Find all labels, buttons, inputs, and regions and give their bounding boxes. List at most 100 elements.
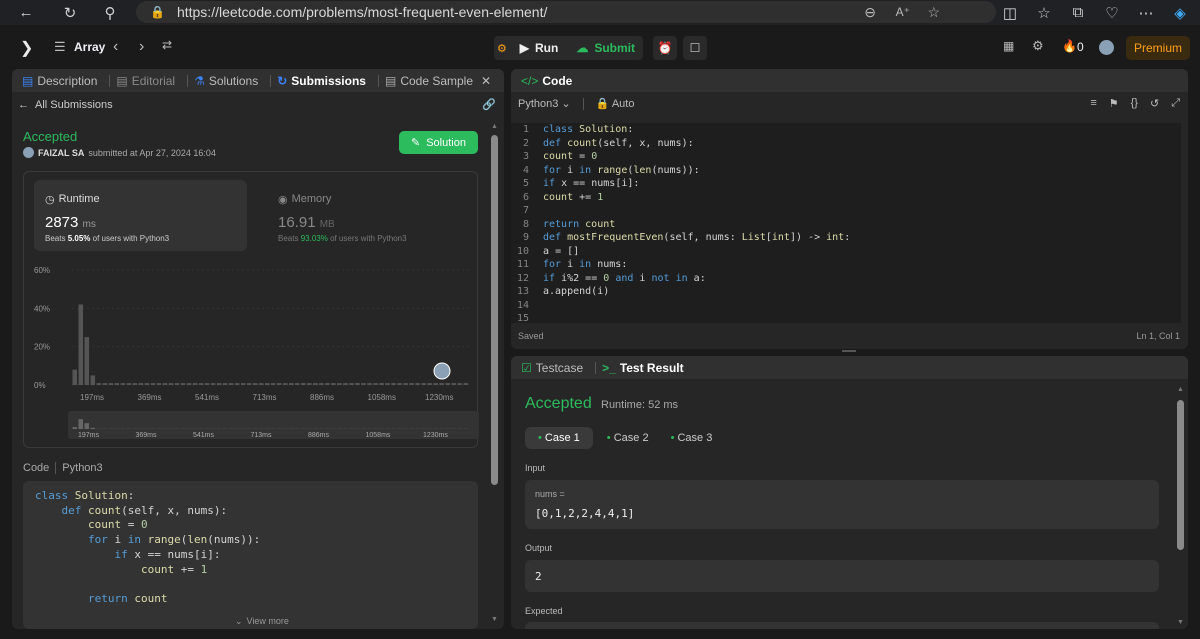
settings-gear-icon[interactable]: ⚙: [1032, 38, 1044, 54]
bar[interactable]: [295, 383, 300, 385]
bar[interactable]: [361, 383, 366, 385]
bar[interactable]: [222, 383, 228, 385]
runtime-distribution-chart[interactable]: 60% 40% 20% 0% 197ms 369ms 541ms 713ms 886ms 1058…: [24, 260, 479, 445]
bar[interactable]: [289, 383, 294, 385]
bar[interactable]: [337, 383, 342, 385]
leetcode-logo-icon[interactable]: ❯: [20, 38, 33, 58]
bar[interactable]: [433, 383, 438, 385]
left-scrollbar[interactable]: ▲ ▼: [491, 123, 498, 623]
bar[interactable]: [325, 383, 330, 385]
bar[interactable]: [264, 383, 270, 385]
view-more-button[interactable]: ⌄ View more: [235, 616, 289, 627]
streak-fire-icon[interactable]: 🔥: [1062, 39, 1077, 53]
address-bar[interactable]: 🔒 https://leetcode.com/problems/most-fre…: [136, 1, 996, 23]
language-select[interactable]: Python3 ⌄: [518, 97, 571, 110]
input-box[interactable]: nums = [0,1,2,2,4,4,1]: [525, 480, 1159, 529]
bar[interactable]: [331, 383, 336, 385]
bar[interactable]: [72, 369, 78, 385]
bar[interactable]: [198, 383, 204, 385]
bar[interactable]: [96, 383, 102, 385]
bar[interactable]: [138, 383, 144, 385]
tab-submissions[interactable]: ↻ Submissions: [277, 74, 366, 88]
bar[interactable]: [445, 383, 450, 385]
bar[interactable]: [301, 383, 306, 385]
bar[interactable]: [349, 383, 354, 385]
bar[interactable]: [126, 383, 132, 385]
bookmark-icon[interactable]: ⚑: [1109, 97, 1119, 110]
submit-button[interactable]: ☁ Submit: [568, 41, 643, 55]
format-icon[interactable]: ≡: [1090, 97, 1096, 110]
bar[interactable]: [114, 383, 120, 385]
favorite-star-icon[interactable]: ☆: [927, 4, 940, 21]
bar[interactable]: [156, 383, 162, 385]
bar[interactable]: [451, 383, 456, 385]
premium-button[interactable]: Premium: [1126, 36, 1190, 60]
bar[interactable]: [258, 383, 264, 385]
link-icon[interactable]: 🔗: [482, 98, 496, 111]
split-screen-icon[interactable]: ◫: [998, 1, 1022, 25]
read-aloud-icon[interactable]: A⁺: [896, 5, 910, 19]
bar[interactable]: [90, 375, 96, 385]
bar[interactable]: [144, 383, 150, 385]
minimap[interactable]: [68, 411, 479, 439]
bar[interactable]: [319, 383, 324, 385]
back-arrow-icon[interactable]: ←: [14, 1, 38, 25]
output-box[interactable]: 2: [525, 560, 1159, 592]
bar[interactable]: [168, 383, 174, 385]
zoom-icon[interactable]: ⊖: [864, 4, 876, 21]
bar[interactable]: [343, 383, 348, 385]
result-scrollbar[interactable]: ▲ ▼: [1177, 386, 1184, 626]
copilot-icon[interactable]: ◈: [1168, 1, 1192, 25]
bar[interactable]: [84, 337, 90, 385]
bar[interactable]: [355, 383, 360, 385]
bar[interactable]: [421, 383, 426, 385]
braces-icon[interactable]: {}: [1131, 97, 1138, 110]
runtime-card[interactable]: ◷ Runtime 2873 ms Beats 5.05% of users wi…: [34, 180, 247, 251]
more-icon[interactable]: ⋯: [1134, 1, 1158, 25]
bar[interactable]: [271, 383, 276, 385]
bar[interactable]: [373, 383, 378, 385]
notes-icon[interactable]: ☐: [683, 36, 707, 60]
case-tab-2[interactable]: • Case 2: [599, 427, 657, 449]
bar[interactable]: [162, 383, 168, 385]
bar[interactable]: [283, 383, 288, 385]
close-icon[interactable]: ✕: [481, 74, 491, 88]
timer-icon[interactable]: ⏰: [653, 36, 677, 60]
run-button[interactable]: ▶ Run: [510, 41, 569, 55]
bar[interactable]: [385, 383, 390, 385]
refresh-icon[interactable]: ↻: [58, 1, 82, 25]
bar[interactable]: [277, 383, 282, 385]
problem-list-title[interactable]: Array: [74, 40, 105, 54]
bar[interactable]: [427, 383, 432, 385]
back-to-submissions[interactable]: ← All Submissions: [18, 99, 113, 111]
bar[interactable]: [192, 383, 198, 385]
case-tab-1[interactable]: • Case 1: [525, 427, 593, 449]
bar[interactable]: [150, 383, 156, 385]
username[interactable]: FAIZAL SA: [38, 148, 84, 158]
bar[interactable]: [463, 383, 468, 385]
bar[interactable]: [252, 383, 258, 385]
case-tab-3[interactable]: • Case 3: [663, 427, 721, 449]
layout-icon[interactable]: ▦: [1003, 39, 1014, 53]
shuffle-icon[interactable]: ⇄: [162, 38, 172, 52]
bar[interactable]: [204, 383, 210, 385]
favorites-icon[interactable]: ☆: [1032, 1, 1056, 25]
bar[interactable]: [210, 383, 216, 385]
bar[interactable]: [132, 383, 138, 385]
resize-handle[interactable]: [842, 350, 856, 352]
tab-testcase[interactable]: ☑ Testcase: [521, 361, 583, 375]
bar[interactable]: [174, 383, 180, 385]
tab-description[interactable]: ▤ Description: [22, 74, 97, 88]
tab-code-sample[interactable]: ▤ Code Sample ✕: [385, 74, 491, 88]
debug-icon[interactable]: ⚙: [494, 42, 510, 55]
bar[interactable]: [391, 383, 396, 385]
bar[interactable]: [228, 383, 234, 385]
reset-icon[interactable]: ↺: [1150, 97, 1159, 110]
bar[interactable]: [102, 383, 108, 385]
collections-icon[interactable]: ⧉: [1066, 1, 1090, 25]
bar[interactable]: [367, 383, 372, 385]
bar[interactable]: [234, 383, 240, 385]
bar[interactable]: [180, 383, 186, 385]
bar[interactable]: [186, 383, 192, 385]
bar[interactable]: [240, 383, 246, 385]
